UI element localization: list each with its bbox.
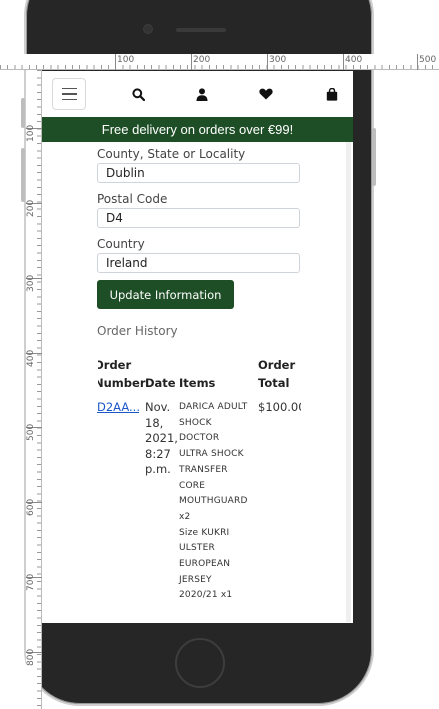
ruler-label: 500	[26, 423, 36, 441]
home-button	[175, 638, 225, 688]
mute-switch	[21, 98, 25, 128]
user-icon	[196, 87, 208, 101]
date-header: Date	[145, 376, 176, 390]
bag-button[interactable]	[324, 86, 340, 102]
device-screen: Free delivery on orders over €99! County…	[42, 71, 353, 623]
ruler-label: 200	[26, 199, 36, 217]
speaker-grille	[176, 28, 226, 32]
menu-toggle-button[interactable]	[52, 78, 86, 110]
ruler-label: 300	[26, 274, 36, 292]
camera-icon	[143, 24, 153, 34]
search-icon	[131, 87, 145, 101]
order-items: DARICA ADULT SHOCK DOCTOR ULTRA SHOCK TR…	[179, 402, 248, 601]
order-history-title: Order History	[97, 324, 178, 338]
order-total-header: Order Total	[258, 358, 296, 390]
ruler-top: 100 200 300 400 500	[0, 54, 439, 70]
ruler-label: 200	[193, 55, 211, 65]
menu-icon	[61, 87, 77, 90]
top-navbar	[42, 71, 353, 117]
ruler-label: 300	[269, 55, 287, 65]
wishlist-button[interactable]	[258, 86, 274, 102]
account-button[interactable]	[194, 86, 210, 102]
ruler-label: 400	[345, 55, 363, 65]
order-total: $100.00	[258, 400, 301, 414]
order-number-link[interactable]: D2AA...	[97, 400, 139, 416]
bag-icon	[326, 87, 338, 101]
power-button	[372, 128, 376, 186]
country-select[interactable]: Ireland	[97, 253, 300, 273]
update-information-button[interactable]: Update Information	[97, 280, 234, 309]
ruler-label: 100	[117, 55, 135, 65]
scrollbar[interactable]	[346, 142, 351, 622]
ruler-label: 700	[26, 573, 36, 591]
volume-button	[21, 148, 25, 202]
search-button[interactable]	[130, 86, 146, 102]
ruler-label: 400	[26, 349, 36, 367]
ruler-label: 800	[26, 648, 36, 666]
ruler-label: 600	[26, 498, 36, 516]
postcode-label: Postal Code	[97, 192, 168, 206]
postcode-input[interactable]: D4	[97, 208, 300, 228]
order-date: Nov. 18, 2021, 8:27 p.m.	[145, 400, 178, 476]
county-input[interactable]: Dublin	[97, 163, 300, 183]
delivery-banner: Free delivery on orders over €99!	[42, 117, 353, 142]
items-header: Items	[179, 376, 216, 390]
ruler-label: 100	[26, 124, 36, 142]
county-label: County, State or Locality	[97, 147, 246, 161]
ruler-left: 100 200 300 400 500 600 700 800	[26, 70, 42, 709]
ruler-label: 500	[419, 55, 437, 65]
country-label: Country	[97, 237, 145, 251]
heart-icon	[259, 88, 273, 100]
order-number-header: Order Number	[94, 358, 146, 390]
